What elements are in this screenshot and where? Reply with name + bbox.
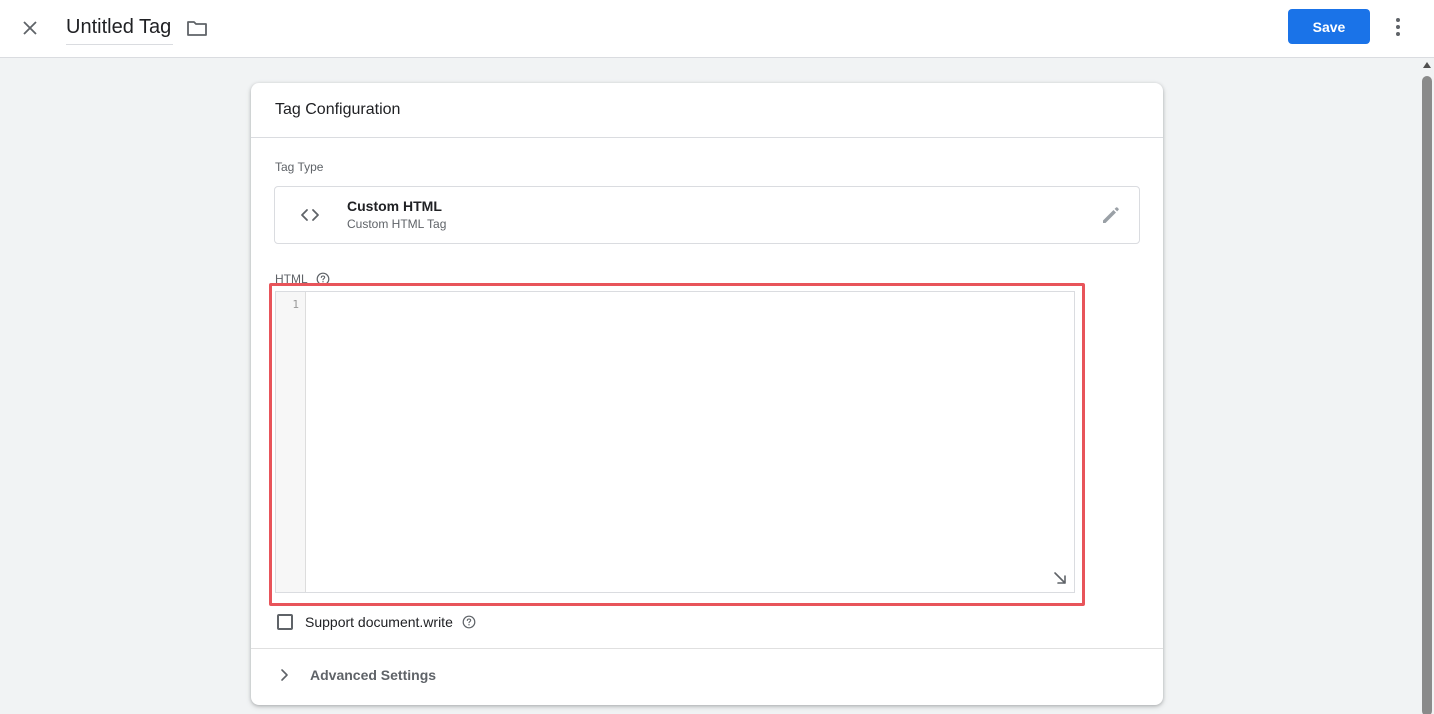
page-scrollbar[interactable] [1420,58,1434,714]
tag-configuration-card: Tag Configuration Tag Type Custom HTML C… [251,83,1163,705]
divider [251,648,1163,649]
tag-type-description: Custom HTML Tag [347,217,447,231]
advanced-settings-toggle[interactable]: Advanced Settings [275,663,436,687]
top-bar: Untitled Tag Save [0,0,1434,58]
line-number: 1 [292,298,299,311]
card-header: Tag Configuration [251,83,1163,138]
code-icon [301,209,319,221]
tag-name-input[interactable]: Untitled Tag [66,12,174,45]
help-circle-icon[interactable] [462,615,476,629]
advanced-settings-label: Advanced Settings [310,667,437,683]
folder-button[interactable] [184,15,210,41]
chevron-right-icon [281,669,288,681]
support-document-write-label[interactable]: Support document.write [305,614,453,630]
scroll-thumb[interactable] [1422,76,1432,714]
tag-type-selector[interactable]: Custom HTML Custom HTML Tag [274,186,1140,244]
support-document-write-row: Support document.write [277,612,476,632]
line-number-gutter: 1 [276,292,306,592]
tag-type-label: Tag Type [275,160,324,174]
close-button[interactable] [16,14,44,42]
more-options-button[interactable] [1386,13,1410,41]
resize-arrow-icon[interactable] [1052,570,1068,586]
scroll-up-arrow-icon[interactable] [1423,62,1431,68]
pencil-icon[interactable] [1099,203,1123,227]
folder-icon [187,21,207,36]
tag-type-name: Custom HTML [347,198,442,214]
close-icon [23,21,37,35]
save-button[interactable]: Save [1288,9,1370,44]
support-document-write-checkbox[interactable] [277,614,293,630]
html-code-editor[interactable]: 1 [275,291,1075,593]
code-input-area[interactable] [307,292,1074,592]
card-title: Tag Configuration [275,101,401,118]
more-vert-icon [1396,18,1400,36]
